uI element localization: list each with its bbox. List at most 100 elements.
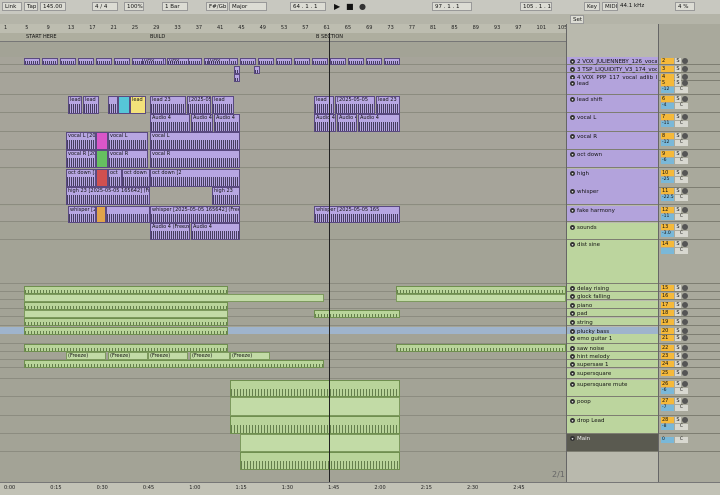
track-name[interactable]: high xyxy=(577,170,657,178)
track-name[interactable]: vocal L xyxy=(577,114,657,122)
track-activator[interactable]: 8 xyxy=(661,133,674,139)
fold-icon[interactable]: ▾ xyxy=(570,382,575,387)
clip[interactable]: Audio 4 xyxy=(214,114,240,132)
clip[interactable] xyxy=(24,310,228,318)
play-icon[interactable]: ▶ xyxy=(334,2,340,11)
track-header[interactable]: ▾ hint melody xyxy=(567,352,659,360)
solo-button[interactable]: S xyxy=(675,241,681,247)
arm-icon[interactable] xyxy=(682,353,688,359)
set-button[interactable]: Set xyxy=(570,15,584,24)
pan-field[interactable]: C xyxy=(675,103,688,109)
clip[interactable] xyxy=(24,294,324,302)
fold-icon[interactable]: ▾ xyxy=(570,67,575,72)
clip[interactable]: whisper [2025-05-05 165 xyxy=(314,206,400,223)
clip[interactable]: (Freeze) xyxy=(190,352,230,360)
fold-icon[interactable]: ▾ xyxy=(570,303,575,308)
pan-field[interactable]: C xyxy=(675,405,688,411)
arm-icon[interactable] xyxy=(682,151,688,157)
track-header[interactable]: ▾ lead shift xyxy=(567,95,659,113)
track-lane[interactable] xyxy=(0,65,566,73)
volume-field[interactable]: -22.5 xyxy=(661,195,674,201)
clip[interactable] xyxy=(24,318,228,326)
track-header[interactable]: ▾ string xyxy=(567,318,659,326)
track-name[interactable]: glock falling xyxy=(577,293,657,301)
arm-icon[interactable] xyxy=(682,224,688,230)
vox-clip[interactable]: VOX xyxy=(208,58,230,65)
pan-field[interactable]: C xyxy=(675,87,688,93)
fold-icon[interactable]: ▾ xyxy=(570,134,575,139)
track-header[interactable]: ▾ pad xyxy=(567,309,659,317)
track-header[interactable]: ▾ whisper xyxy=(567,187,659,205)
arm-icon[interactable] xyxy=(682,398,688,404)
lead-clip[interactable] xyxy=(108,96,118,114)
midi-map-button[interactable]: MIDI xyxy=(602,2,618,11)
track-activator[interactable]: 16 xyxy=(661,293,674,299)
fold-icon[interactable]: ▾ xyxy=(570,362,575,367)
track-activator[interactable]: 11 xyxy=(661,188,674,194)
clip[interactable] xyxy=(24,302,228,310)
vox-clip[interactable] xyxy=(234,74,240,82)
record-icon[interactable]: ● xyxy=(359,2,366,11)
volume-field[interactable]: -25 xyxy=(661,177,674,183)
track-lane[interactable] xyxy=(0,369,566,379)
clip[interactable] xyxy=(396,344,566,352)
vox-clip[interactable]: VOX xyxy=(142,58,164,65)
lead-clip[interactable]: lead 23 xyxy=(150,96,186,114)
track-header[interactable]: ▾ 3 TSP_LIQUIDITY_V3_174_voc xyxy=(567,65,659,73)
pan-field[interactable]: C xyxy=(675,158,688,164)
solo-button[interactable]: S xyxy=(675,207,681,213)
solo-button[interactable]: S xyxy=(675,133,681,139)
clip[interactable] xyxy=(24,344,228,352)
arm-icon[interactable] xyxy=(682,417,688,423)
clip[interactable] xyxy=(96,169,108,187)
marker-start-here[interactable]: START HERE xyxy=(26,33,57,41)
fold-icon[interactable]: ▾ xyxy=(570,354,575,359)
track-name[interactable]: pad xyxy=(577,310,657,318)
track-header[interactable]: ▾ saw noise xyxy=(567,344,659,352)
fold-icon[interactable]: ▾ xyxy=(570,294,575,299)
track-name[interactable]: Main xyxy=(577,435,657,443)
lead-clip[interactable]: [2025-05-05 xyxy=(335,96,375,114)
clip[interactable]: oct down 19 xyxy=(122,169,150,187)
clip[interactable]: Audio 4 xyxy=(337,114,357,132)
main-icon[interactable]: ▾ xyxy=(570,436,575,441)
loop-start-field[interactable]: 97 . 1 . 1 xyxy=(432,2,472,11)
track-name[interactable]: poop xyxy=(577,398,657,406)
track-header[interactable]: ▾ glock falling xyxy=(567,292,659,300)
vox-clip[interactable] xyxy=(312,58,328,65)
link-button[interactable]: Link xyxy=(2,2,22,11)
track-header[interactable]: ▾ supersaw 1 xyxy=(567,360,659,368)
fold-icon[interactable]: ▾ xyxy=(570,399,575,404)
solo-button[interactable]: S xyxy=(675,285,681,291)
position-field[interactable]: 64 . 1 . 1 xyxy=(290,2,326,11)
clip[interactable] xyxy=(230,416,400,434)
arm-icon[interactable] xyxy=(682,361,688,367)
track-header[interactable]: ▾ sounds xyxy=(567,223,659,240)
pan-field[interactable]: C xyxy=(675,424,688,430)
track-header[interactable]: ▾ 2 VOX_JULIENNEBY_126_vocal xyxy=(567,57,659,65)
clip[interactable] xyxy=(396,294,566,302)
track-header[interactable]: ▾ fake harmony xyxy=(567,206,659,222)
pan-field[interactable]: C xyxy=(675,231,688,237)
arm-icon[interactable] xyxy=(682,285,688,291)
vox-clip[interactable] xyxy=(234,66,240,74)
volume-field[interactable]: -6 xyxy=(661,158,674,164)
solo-button[interactable]: S xyxy=(675,80,681,86)
track-activator[interactable]: 17 xyxy=(661,302,674,308)
arm-icon[interactable] xyxy=(682,241,688,247)
fold-icon[interactable]: ▾ xyxy=(570,286,575,291)
clip[interactable] xyxy=(96,206,106,223)
solo-button[interactable]: S xyxy=(675,151,681,157)
solo-button[interactable]: S xyxy=(675,293,681,299)
fold-icon[interactable]: ▾ xyxy=(570,225,575,230)
fold-icon[interactable]: ▾ xyxy=(570,320,575,325)
fold-icon[interactable]: ▾ xyxy=(570,59,575,64)
volume-field[interactable]: -3.0 xyxy=(661,231,674,237)
fold-icon[interactable]: ▾ xyxy=(570,189,575,194)
track-name[interactable]: whisper xyxy=(577,188,657,196)
track-activator[interactable]: 18 xyxy=(661,310,674,316)
clip[interactable] xyxy=(240,434,400,452)
track-activator[interactable]: 12 xyxy=(661,207,674,213)
solo-button[interactable]: S xyxy=(675,188,681,194)
vox-clip[interactable] xyxy=(42,58,58,65)
